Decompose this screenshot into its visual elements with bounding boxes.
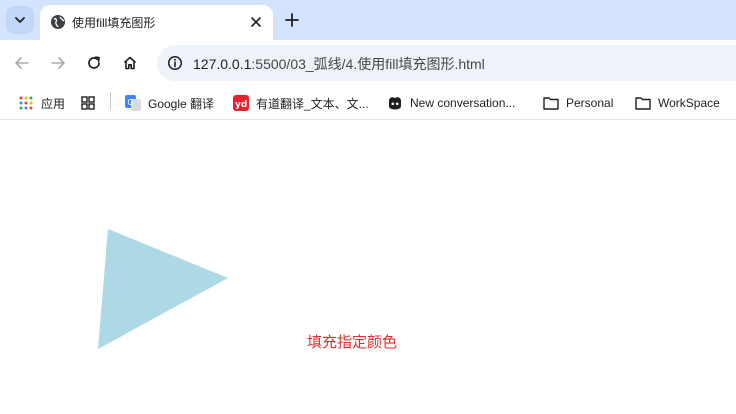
folder-icon <box>635 95 651 111</box>
svg-text:yd: yd <box>235 100 247 110</box>
browser-toolbar: 127.0.0.1:5500/03_弧线/4.使用fill填充图形.html <box>0 40 736 86</box>
folder-icon <box>543 95 559 111</box>
tab-close-button[interactable] <box>247 13 265 31</box>
bookmark-tab-groups[interactable] <box>80 93 103 113</box>
reload-icon <box>88 56 100 69</box>
arrow-left-icon <box>15 57 29 69</box>
arrow-right-icon <box>51 57 65 69</box>
forward-button[interactable] <box>47 52 69 74</box>
bookmarks-separator <box>110 92 111 110</box>
url-path: :5500/03_弧线/4.使用fill填充图形.html <box>251 56 485 72</box>
bookmark-workspace-label: WorkSpace <box>658 96 720 110</box>
bookmark-google-translate[interactable]: G Google 翻译 <box>125 93 214 113</box>
google-translate-icon: G <box>125 95 141 111</box>
bookmark-copilot-label: New conversation... <box>410 96 516 110</box>
drawing-canvas <box>98 229 228 349</box>
site-info-button[interactable] <box>163 51 187 75</box>
bookmark-folder-personal[interactable]: Personal <box>543 93 613 113</box>
bookmark-copilot[interactable]: New conversation... <box>387 93 515 113</box>
chevron-down-icon <box>15 17 25 23</box>
tab-strip: 使用fill填充图形 <box>0 0 736 40</box>
tab-title: 使用fill填充图形 <box>72 16 156 30</box>
bookmark-youdao-label: 有道翻译_文本、文... <box>256 96 369 111</box>
active-tab[interactable]: 使用fill填充图形 <box>40 5 273 40</box>
youdao-icon: yd <box>233 95 249 111</box>
url-text: 127.0.0.1:5500/03_弧线/4.使用fill填充图形.html <box>193 54 485 74</box>
back-button[interactable] <box>11 52 33 74</box>
url-host: 127.0.0.1 <box>193 56 252 72</box>
bookmark-apps-label: 应用 <box>41 96 66 111</box>
bookmark-folder-workspace[interactable]: WorkSpace <box>635 93 720 113</box>
home-button[interactable] <box>119 52 141 74</box>
bookmark-personal-label: Personal <box>566 96 614 110</box>
grid-icon <box>80 95 96 111</box>
page-content: 填充指定颜色 <box>0 121 736 414</box>
svg-text:G: G <box>127 98 133 107</box>
info-icon <box>167 55 183 71</box>
reload-button[interactable] <box>83 52 105 74</box>
apps-grid-icon <box>18 95 34 111</box>
home-icon <box>123 56 137 70</box>
filled-triangle <box>98 229 228 349</box>
bookmark-youdao[interactable]: yd 有道翻译_文本、文... <box>233 93 369 113</box>
copilot-icon <box>387 95 403 111</box>
close-icon <box>251 17 261 27</box>
plus-icon <box>285 13 299 27</box>
bookmark-google-translate-label: Google 翻译 <box>148 96 215 111</box>
bookmark-apps[interactable]: 应用 <box>18 93 65 113</box>
address-bar[interactable]: 127.0.0.1:5500/03_弧线/4.使用fill填充图形.html <box>157 45 736 81</box>
globe-icon <box>51 15 65 29</box>
new-tab-button[interactable] <box>280 8 304 32</box>
tab-search-button[interactable] <box>6 6 34 34</box>
fill-color-text: 填充指定颜色 <box>307 334 398 351</box>
